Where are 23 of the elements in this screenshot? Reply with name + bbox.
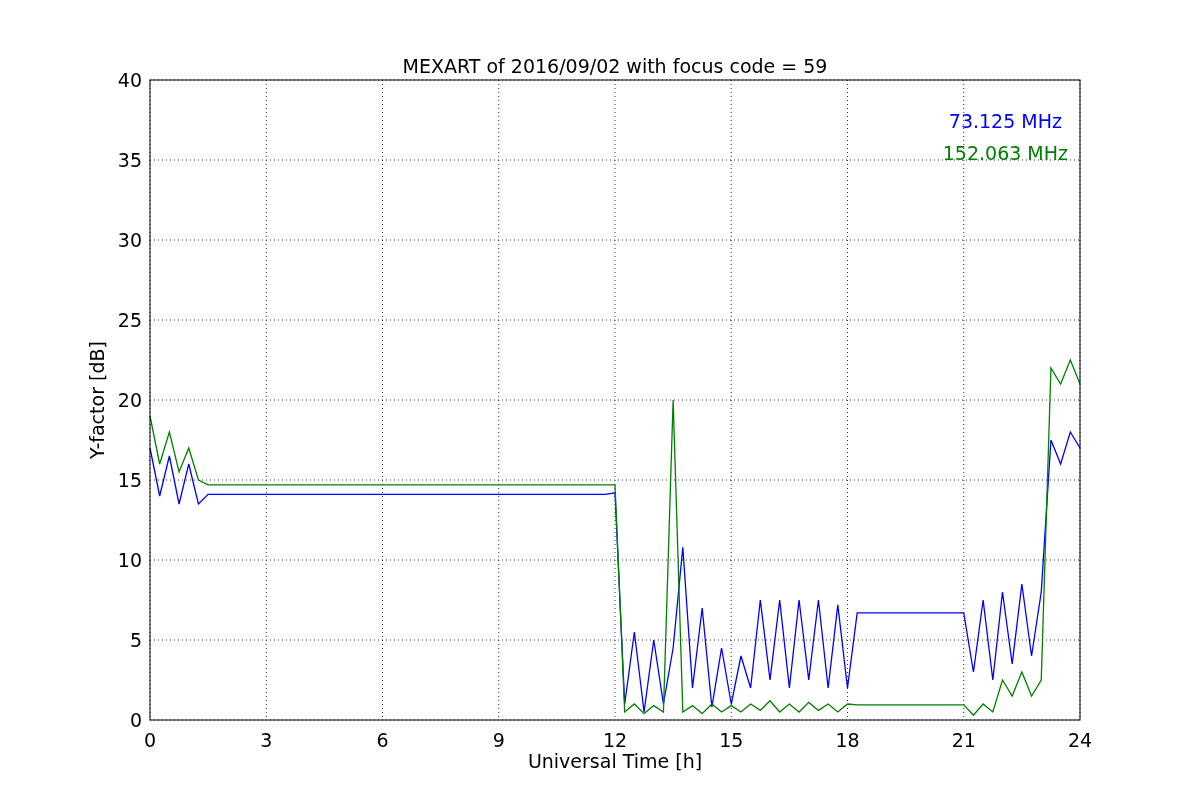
y-tick-label: 10 (117, 549, 142, 571)
y-tick-label: 5 (129, 629, 142, 651)
x-tick-label: 9 (492, 729, 505, 751)
x-tick-label: 3 (260, 729, 273, 751)
x-tick-label: 0 (143, 729, 157, 751)
x-tick-label: 15 (719, 729, 744, 751)
x-tick-label: 21 (951, 729, 976, 751)
y-axis-label: Y-factor [dB] (86, 341, 108, 459)
x-tick-label: 12 (602, 729, 628, 751)
x-tick-label: 24 (1067, 729, 1093, 751)
y-tick-label: 25 (117, 309, 142, 331)
x-axis-label: Universal Time [h] (527, 750, 703, 772)
y-tick-label: 15 (117, 469, 142, 491)
y-tick-label: 30 (117, 229, 142, 251)
y-tick-label: 0 (129, 709, 142, 731)
chart-title: MEXART of 2016/09/02 with focus code = 59 (402, 55, 828, 77)
y-tick-label: 40 (117, 69, 142, 91)
x-tick-label: 6 (376, 729, 389, 751)
legend-label: 73.125 MHz (948, 110, 1062, 132)
y-tick-label: 35 (117, 149, 142, 171)
legend-label: 152.063 MHz (942, 142, 1068, 164)
x-tick-label: 18 (835, 729, 860, 751)
y-tick-label: 20 (117, 389, 142, 411)
